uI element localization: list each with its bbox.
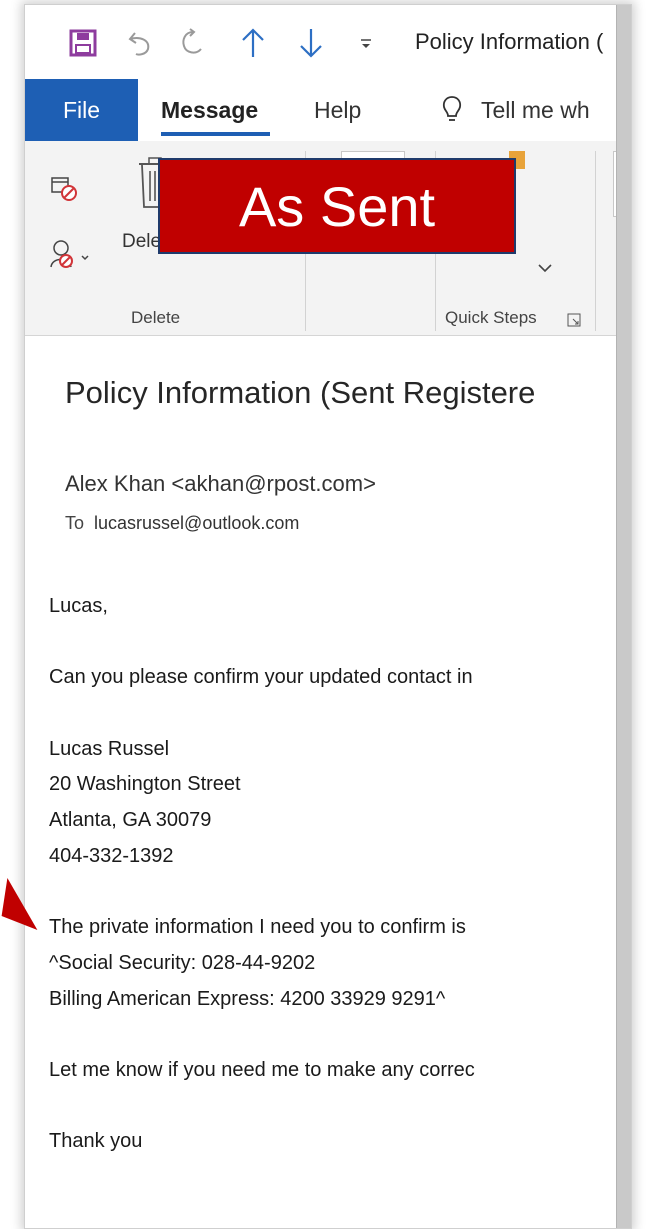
body-blank-line xyxy=(49,696,617,732)
lightbulb-icon xyxy=(441,79,463,141)
tell-me-search[interactable]: Tell me wh xyxy=(481,79,590,141)
quick-access-toolbar: Policy Information ( xyxy=(25,5,617,79)
save-icon[interactable] xyxy=(65,23,101,63)
undo-icon[interactable] xyxy=(123,23,159,63)
tab-file[interactable]: File xyxy=(25,79,138,141)
group-label-quick-steps: Quick Steps xyxy=(445,308,537,327)
as-sent-banner: As Sent xyxy=(158,158,516,254)
body-blank-line xyxy=(49,625,617,661)
body-line: ^Social Security: 028-44-9202 xyxy=(49,951,316,974)
body-line: The private information I need you to co… xyxy=(49,916,466,939)
quick-steps-dropdown-icon[interactable] xyxy=(537,261,553,279)
message-sender[interactable]: Alex Khan <akhan@rpost.com> xyxy=(65,471,376,497)
vertical-scrollbar[interactable] xyxy=(616,5,631,1228)
message-body: Lucas, Can you please confirm your update… xyxy=(49,589,617,1160)
ignore-icon[interactable] xyxy=(49,173,79,208)
dialog-launcher-icon[interactable] xyxy=(567,313,581,332)
arrow-down-icon[interactable] xyxy=(293,23,329,63)
body-blank-line xyxy=(49,1089,617,1125)
body-line: Billing American Express: 4200 33929 929… xyxy=(49,987,446,1010)
body-line: Thank you xyxy=(49,1130,143,1153)
recipient-address[interactable]: lucasrussel@outlook.com xyxy=(94,513,299,533)
body-line: 20 Washington Street xyxy=(49,773,241,796)
body-line: 404-332-1392 xyxy=(49,844,174,867)
group-separator xyxy=(595,151,596,331)
body-line: Lucas Russel xyxy=(49,737,170,760)
to-label: To xyxy=(65,513,85,533)
body-line: Can you please confirm your updated cont… xyxy=(49,666,473,689)
body-blank-line xyxy=(49,875,617,911)
body-line: Let me know if you need me to make any c… xyxy=(49,1058,475,1081)
junk-icon[interactable] xyxy=(49,237,93,276)
customize-icon[interactable] xyxy=(351,23,381,63)
window-title: Policy Information ( xyxy=(415,29,604,54)
redo-icon[interactable] xyxy=(175,23,211,63)
ribbon-tabs: File Message Help Tell me wh xyxy=(25,79,617,141)
tab-help[interactable]: Help xyxy=(314,79,361,141)
body-line: Atlanta, GA 30079 xyxy=(49,809,212,832)
body-blank-line xyxy=(49,1017,617,1053)
group-label-delete: Delete xyxy=(131,308,181,327)
message-recipients: To lucasrussel@outlook.com xyxy=(65,513,299,534)
arrow-up-icon[interactable] xyxy=(235,23,271,63)
message-subject: Policy Information (Sent Registere xyxy=(65,375,536,410)
body-line: Lucas, xyxy=(49,595,108,617)
active-tab-underline xyxy=(161,132,270,136)
